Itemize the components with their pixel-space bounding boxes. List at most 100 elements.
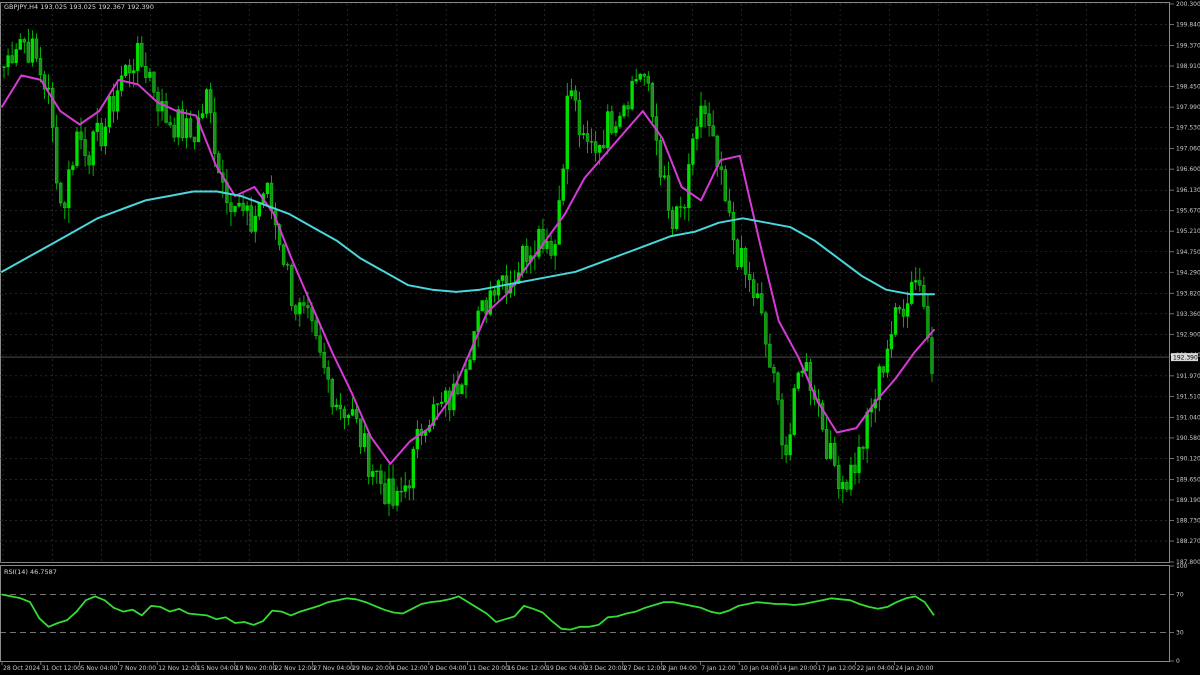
candle-body bbox=[837, 465, 841, 489]
candle-body bbox=[480, 300, 484, 312]
time-tick-label: 5 Nov 04:00 bbox=[81, 665, 118, 672]
candle-body bbox=[602, 144, 606, 149]
candle-body bbox=[606, 111, 610, 149]
candle-body bbox=[172, 124, 176, 138]
chart-root: 200.300 199.840 199.370 198.910 198.450 197.9… bbox=[0, 0, 1200, 675]
candle-body bbox=[318, 335, 322, 353]
candle-body bbox=[593, 141, 598, 153]
candle-body bbox=[444, 390, 448, 403]
candle-body bbox=[788, 434, 792, 456]
main-chart-title: GBPJPY,H4 193.025 193.025 192.367 192.39… bbox=[4, 3, 154, 11]
candle-body bbox=[496, 280, 501, 296]
price-tick-label: 197.530 bbox=[1176, 125, 1200, 132]
candle-body bbox=[893, 307, 898, 335]
candle-body bbox=[760, 293, 764, 314]
candle-body bbox=[476, 310, 480, 332]
price-tick-label: 195.670 bbox=[1176, 208, 1200, 215]
candle-body bbox=[127, 64, 132, 74]
candle-body bbox=[577, 100, 582, 135]
candle-body bbox=[164, 101, 168, 123]
price-tick-label: 194.750 bbox=[1176, 249, 1200, 256]
time-tick-label: 17 Jan 12:00 bbox=[818, 665, 856, 672]
candle-body bbox=[468, 359, 472, 370]
candle-body bbox=[265, 182, 270, 195]
candle-body bbox=[245, 205, 249, 211]
price-tick-label: 195.210 bbox=[1176, 228, 1200, 235]
rsi-title: RSI(14) 46.7587 bbox=[4, 568, 57, 576]
rsi-tick-label: 30 bbox=[1176, 630, 1184, 637]
candle-body bbox=[914, 280, 918, 283]
candle-body bbox=[119, 75, 124, 91]
candle-body bbox=[14, 49, 18, 64]
candle-body bbox=[136, 42, 140, 71]
candle-body bbox=[703, 105, 707, 114]
candle-body bbox=[342, 408, 347, 419]
price-tick-label: 191.040 bbox=[1176, 414, 1200, 421]
candle-body bbox=[646, 76, 650, 84]
candle-body bbox=[387, 478, 391, 504]
candle-body bbox=[237, 202, 241, 207]
candle-body bbox=[257, 202, 261, 217]
candle-body bbox=[63, 202, 67, 209]
candle-body bbox=[6, 55, 10, 68]
candle-body bbox=[910, 281, 914, 304]
time-tick-label: 29 Nov 20:00 bbox=[352, 665, 393, 672]
candle-body bbox=[107, 96, 112, 128]
candle-body bbox=[407, 485, 411, 489]
candle-body bbox=[123, 64, 128, 77]
candle-body bbox=[492, 290, 497, 296]
candle-body bbox=[666, 175, 671, 211]
time-tick-label: 19 Dec 04:00 bbox=[546, 665, 587, 672]
price-tick-label: 196.130 bbox=[1176, 187, 1200, 194]
candle-body bbox=[294, 305, 298, 315]
candle-body bbox=[306, 305, 310, 309]
candle-body bbox=[828, 442, 833, 459]
price-tick-label: 197.060 bbox=[1176, 146, 1200, 153]
candle-body bbox=[589, 141, 594, 143]
candle-body bbox=[581, 133, 586, 135]
candle-body bbox=[768, 343, 772, 368]
candle-body bbox=[780, 399, 784, 446]
candle-body bbox=[18, 39, 22, 50]
candle-body bbox=[642, 73, 646, 77]
candle-body bbox=[10, 55, 14, 64]
candle-body bbox=[881, 366, 886, 373]
time-tick-label: 4 Dec 12:00 bbox=[391, 665, 428, 672]
candle-body bbox=[180, 109, 184, 139]
candle-body bbox=[699, 105, 703, 127]
candle-body bbox=[675, 206, 679, 229]
candle-body bbox=[525, 245, 529, 262]
time-tick-label: 14 Jan 20:00 bbox=[779, 665, 817, 672]
candle-body bbox=[99, 122, 103, 147]
time-tick-label: 9 Dec 04:00 bbox=[430, 665, 467, 672]
candle-body bbox=[918, 280, 922, 286]
candle-body bbox=[302, 302, 306, 306]
candle-body bbox=[132, 70, 136, 74]
time-tick-label: 12 Nov 12:00 bbox=[158, 665, 199, 672]
candle-body bbox=[26, 41, 31, 63]
candle-body bbox=[103, 126, 108, 147]
candle-body bbox=[456, 383, 460, 395]
candle-body bbox=[889, 334, 894, 350]
candle-body bbox=[50, 87, 55, 128]
chart-background bbox=[0, 0, 1200, 675]
candle-body bbox=[192, 136, 197, 143]
candle-body bbox=[747, 274, 752, 280]
candle-body bbox=[691, 138, 695, 165]
candle-body bbox=[286, 264, 290, 266]
candle-body bbox=[111, 96, 116, 112]
candle-body bbox=[399, 490, 403, 493]
candle-body bbox=[845, 482, 849, 490]
rsi-tick-label: 0 bbox=[1176, 658, 1180, 665]
candle-body bbox=[79, 131, 83, 140]
candle-body bbox=[735, 239, 740, 267]
candle-body bbox=[824, 429, 829, 459]
price-tick-label: 193.820 bbox=[1176, 290, 1200, 297]
candle-body bbox=[764, 312, 768, 345]
candle-body bbox=[731, 212, 736, 241]
time-tick-label: 27 Dec 12:00 bbox=[624, 665, 665, 672]
candle-body bbox=[739, 248, 744, 267]
candle-body bbox=[75, 131, 79, 166]
candle-body bbox=[500, 275, 505, 281]
time-tick-label: 23 Dec 20:00 bbox=[585, 665, 626, 672]
